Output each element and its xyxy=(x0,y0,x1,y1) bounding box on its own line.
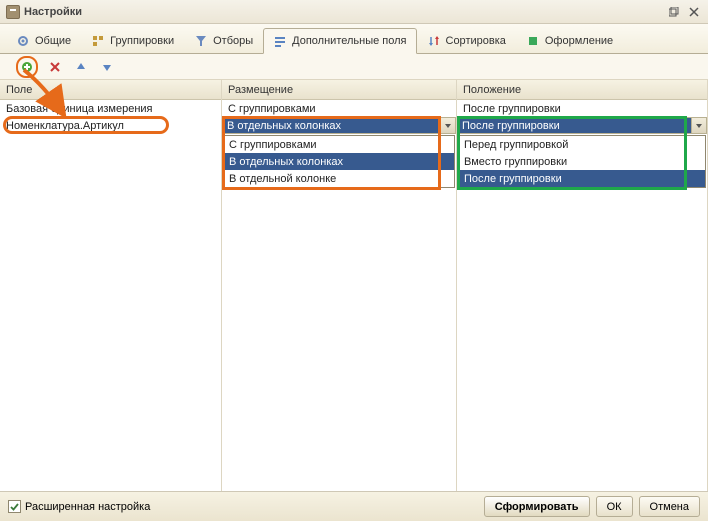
advanced-label: Расширенная настройка xyxy=(25,501,150,513)
grid: Поле Базовая единица измерения Номенклат… xyxy=(0,80,708,491)
move-up-button[interactable] xyxy=(72,58,90,76)
column-field: Поле Базовая единица измерения Номенклат… xyxy=(0,80,222,491)
tab-label: Сортировка xyxy=(446,35,506,47)
window-restore-button[interactable] xyxy=(666,5,682,19)
window-close-button[interactable] xyxy=(686,5,702,19)
cell-field-0[interactable]: Базовая единица измерения xyxy=(0,100,221,117)
position-option-0[interactable]: Перед группировкой xyxy=(459,136,705,153)
window-title: Настройки xyxy=(24,6,82,18)
footer-bar: Расширенная настройка Сформировать ОК От… xyxy=(0,491,708,521)
column-header-field[interactable]: Поле xyxy=(0,80,221,100)
placement-combo[interactable]: В отдельных колонках С группировками В о… xyxy=(222,117,456,134)
tab-format[interactable]: Оформление xyxy=(516,28,623,53)
titlebar: Настройки xyxy=(0,0,708,24)
settings-window: Настройки Общие Группировки Отборы Допол… xyxy=(0,0,708,521)
column-header-position[interactable]: Положение xyxy=(457,80,707,100)
sort-icon xyxy=(427,34,441,48)
cell-placement-0[interactable]: С группировками xyxy=(222,100,456,117)
tab-general[interactable]: Общие xyxy=(6,28,81,53)
delete-button[interactable] xyxy=(46,58,64,76)
cell-placement-1[interactable]: В отдельных колонках С группировками В о… xyxy=(222,117,456,134)
dropdown-button-icon[interactable] xyxy=(691,118,706,133)
generate-button[interactable]: Сформировать xyxy=(484,496,590,517)
gear-icon xyxy=(16,34,30,48)
advanced-checkbox[interactable] xyxy=(8,500,21,513)
format-icon xyxy=(526,34,540,48)
placement-combo-value: В отдельных колонках xyxy=(223,118,440,133)
grouping-icon xyxy=(91,34,105,48)
tab-label: Оформление xyxy=(545,35,613,47)
placement-option-0[interactable]: С группировками xyxy=(224,136,454,153)
extra-fields-icon xyxy=(273,34,287,48)
ok-button[interactable]: ОК xyxy=(596,496,633,517)
tab-grouping[interactable]: Группировки xyxy=(81,28,184,53)
add-button[interactable] xyxy=(16,56,38,78)
column-placement: Размещение С группировками В отдельных к… xyxy=(222,80,457,491)
cell-field-1[interactable]: Номенклатура.Артикул xyxy=(0,117,221,134)
filter-icon xyxy=(194,34,208,48)
tabs: Общие Группировки Отборы Дополнительные … xyxy=(0,24,708,54)
tab-label: Дополнительные поля xyxy=(292,35,406,47)
tab-sort[interactable]: Сортировка xyxy=(417,28,516,53)
column-header-placement[interactable]: Размещение xyxy=(222,80,456,100)
dropdown-button-icon[interactable] xyxy=(440,118,455,133)
move-down-button[interactable] xyxy=(98,58,116,76)
placement-option-2[interactable]: В отдельной колонке xyxy=(224,170,454,187)
cell-position-1[interactable]: После группировки Перед группировкой Вме… xyxy=(457,117,707,134)
placement-dropdown: С группировками В отдельных колонках В о… xyxy=(223,135,455,188)
column-position: Положение После группировки После группи… xyxy=(457,80,708,491)
position-combo[interactable]: После группировки Перед группировкой Вме… xyxy=(457,117,707,134)
tab-label: Группировки xyxy=(110,35,174,47)
position-combo-value: После группировки xyxy=(458,118,691,133)
tab-label: Отборы xyxy=(213,35,253,47)
placement-option-1[interactable]: В отдельных колонках xyxy=(224,153,454,170)
position-dropdown: Перед группировкой Вместо группировки По… xyxy=(458,135,706,188)
tab-extra-fields[interactable]: Дополнительные поля xyxy=(263,28,416,54)
grid-toolbar xyxy=(0,54,708,80)
cell-position-0[interactable]: После группировки xyxy=(457,100,707,117)
app-icon xyxy=(6,5,20,19)
tab-label: Общие xyxy=(35,35,71,47)
position-option-1[interactable]: Вместо группировки xyxy=(459,153,705,170)
tab-filter[interactable]: Отборы xyxy=(184,28,263,53)
position-option-2[interactable]: После группировки xyxy=(459,170,705,187)
cancel-button[interactable]: Отмена xyxy=(639,496,700,517)
